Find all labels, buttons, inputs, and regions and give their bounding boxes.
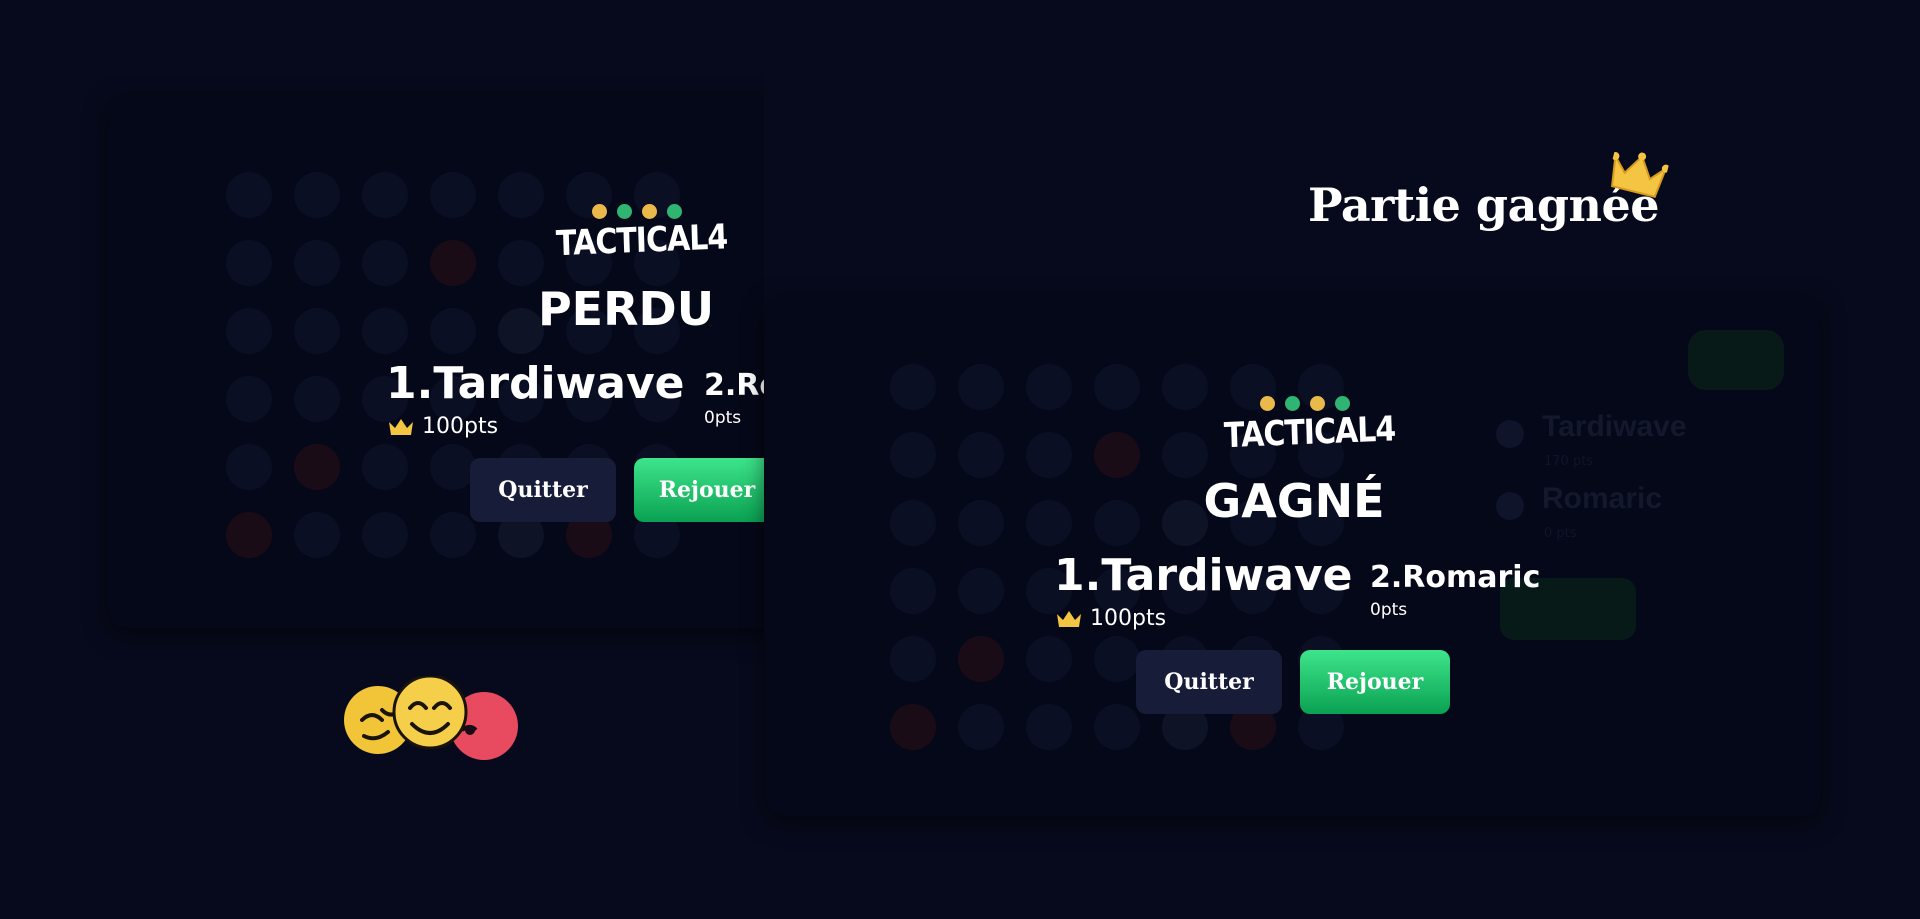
board-cell	[226, 240, 272, 286]
ranking-second-points: 0pts	[704, 408, 742, 428]
board-cell	[498, 240, 544, 286]
ranking-second-name: 2.Romaric	[704, 368, 764, 403]
board-cell	[294, 512, 340, 558]
ghost-player-name: Romaric	[1542, 482, 1663, 515]
board-cell	[362, 444, 408, 490]
board-cell	[430, 308, 476, 354]
board-cell	[294, 240, 340, 286]
board-cell	[1026, 432, 1072, 478]
points-value: 100pts	[1090, 606, 1167, 631]
result-title: PERDU	[537, 282, 715, 336]
board-cell	[430, 512, 476, 558]
ranking-first-points: 100pts	[388, 414, 498, 439]
board-cell	[226, 512, 272, 558]
board-cell	[294, 308, 340, 354]
board-cell	[226, 308, 272, 354]
board-cell	[958, 704, 1004, 750]
ranking-first-name: 1.Tardiwave	[386, 358, 685, 409]
logo-dot	[1260, 396, 1275, 411]
board-cell	[958, 636, 1004, 682]
logo-wordmark: TACTICAL4	[1223, 409, 1396, 457]
board-cell	[362, 172, 408, 218]
ghost-player-sub: 170 pts	[1544, 454, 1594, 469]
board-cell	[1094, 636, 1140, 682]
board-cell	[362, 308, 408, 354]
logo-dots	[1260, 396, 1350, 411]
points-value: 100pts	[422, 414, 499, 439]
ranking-second-name: 2.Romaric	[1370, 560, 1541, 595]
board-cell	[958, 500, 1004, 546]
board-cell	[890, 636, 936, 682]
board-cell	[890, 500, 936, 546]
ranking-first-name: 1.Tardiwave	[1054, 550, 1353, 601]
ghost-menu-button	[1688, 330, 1784, 390]
ghost-player-sub: 0 pts	[1544, 526, 1577, 541]
logo-dot	[1335, 396, 1350, 411]
board-cell	[890, 704, 936, 750]
board-cell	[1094, 500, 1140, 546]
board-cell	[958, 432, 1004, 478]
board-cell	[890, 432, 936, 478]
board-cell	[430, 240, 476, 286]
board-cell	[1094, 432, 1140, 478]
board-cell	[890, 568, 936, 614]
board-cell	[362, 240, 408, 286]
result-title: GAGNÉ	[1203, 474, 1385, 528]
quit-button[interactable]: Quitter	[1136, 650, 1282, 714]
board-cell	[1026, 704, 1072, 750]
ghost-player-dot	[1496, 420, 1524, 448]
logo-dot	[1310, 396, 1325, 411]
board-cell	[498, 172, 544, 218]
logo-dot	[1285, 396, 1300, 411]
crown-icon	[389, 418, 413, 435]
logo-wordmark: TACTICAL4	[555, 217, 728, 265]
ranking-second-points: 0pts	[1370, 600, 1408, 620]
board-cell	[1162, 364, 1208, 410]
board-cell	[294, 376, 340, 422]
board-cell	[226, 172, 272, 218]
board-cell	[294, 172, 340, 218]
ghost-player-dot	[1496, 492, 1524, 520]
logo-dot	[667, 204, 682, 219]
lost-view-clip: Tardiwave 170 pts TACTICAL4 PERDU 1.Tard…	[0, 0, 764, 919]
tactical4-logo: TACTICAL4	[1223, 396, 1396, 466]
board-cell	[1162, 432, 1208, 478]
board-cell	[430, 172, 476, 218]
board-cell	[362, 512, 408, 558]
logo-dot	[642, 204, 657, 219]
board-cell	[294, 444, 340, 490]
board-cell	[958, 364, 1004, 410]
logo-dots	[592, 204, 682, 219]
board-cell	[1094, 704, 1140, 750]
quit-button[interactable]: Quitter	[470, 458, 616, 522]
board-cell	[958, 568, 1004, 614]
board-cell	[1026, 500, 1072, 546]
logo-dot	[617, 204, 632, 219]
crown-icon	[1057, 610, 1081, 627]
board-cell	[226, 376, 272, 422]
board-cell	[1026, 636, 1072, 682]
board-cell	[1094, 364, 1140, 410]
board-cell	[226, 444, 272, 490]
replay-button[interactable]: Rejouer	[634, 458, 764, 522]
tactical4-logo: TACTICAL4	[555, 204, 728, 274]
board-cell	[1026, 364, 1072, 410]
ranking-first-points: 100pts	[1056, 606, 1166, 631]
replay-button[interactable]: Rejouer	[1300, 650, 1450, 714]
ghost-player-name: Tardiwave	[1542, 410, 1687, 443]
board-cell	[890, 364, 936, 410]
logo-dot	[592, 204, 607, 219]
emoji-faces-icon	[344, 676, 518, 760]
